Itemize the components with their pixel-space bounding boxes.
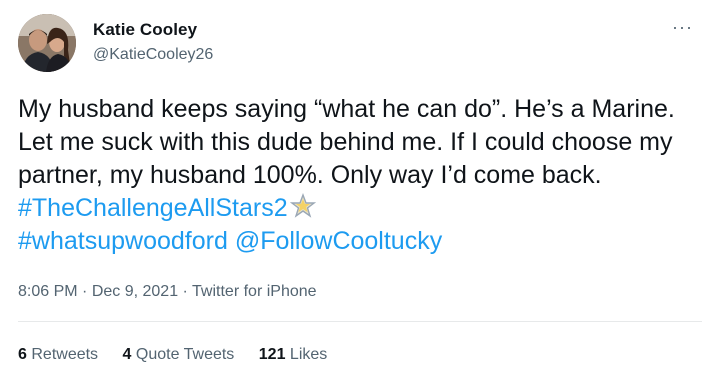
likes-label: Likes <box>289 346 328 363</box>
tweet-date[interactable]: Dec 9, 2021 <box>92 283 178 300</box>
engagement-stats: 6 Retweets 4 Quote Tweets 121 Likes <box>18 346 347 364</box>
more-options-icon[interactable]: ··· <box>672 18 693 36</box>
tweet-source[interactable]: Twitter for iPhone <box>192 283 317 300</box>
mention-link[interactable]: @FollowCooltucky <box>235 227 442 255</box>
retweets-label: Retweets <box>31 346 99 363</box>
quote-tweets-label: Quote Tweets <box>135 346 235 363</box>
tweet-text: My husband keeps saying “what he can do”… <box>18 93 708 258</box>
tweet-metadata: 8:06 PM · Dec 9, 2021 · Twitter for iPho… <box>18 283 317 301</box>
retweets-count: 6 <box>18 346 27 363</box>
avatar-photo-icon <box>18 14 76 72</box>
meta-separator: · <box>178 283 193 300</box>
quote-tweets-stat[interactable]: 4 Quote Tweets <box>123 346 235 363</box>
author-name[interactable]: Katie Cooley <box>93 20 197 40</box>
quote-tweets-count: 4 <box>122 346 132 363</box>
divider <box>18 321 702 322</box>
hashtag-link[interactable]: #TheChallengeAllStars2 <box>18 194 288 222</box>
author-handle[interactable]: @KatieCooley26 <box>93 46 213 64</box>
star-emoji-icon <box>289 193 316 218</box>
likes-count: 121 <box>258 346 286 363</box>
retweets-stat[interactable]: 6 Retweets <box>18 346 98 363</box>
likes-stat[interactable]: 121 Likes <box>259 346 328 363</box>
hashtag-link[interactable]: #whatsupwoodford <box>18 227 228 255</box>
tweet-text-main: My husband keeps saying “what he can do”… <box>18 95 675 189</box>
avatar[interactable] <box>18 14 76 72</box>
meta-separator: · <box>77 283 92 300</box>
tweet-card: Katie Cooley @KatieCooley26 ··· My husba… <box>0 0 720 387</box>
tweet-time[interactable]: 8:06 PM <box>18 283 78 300</box>
